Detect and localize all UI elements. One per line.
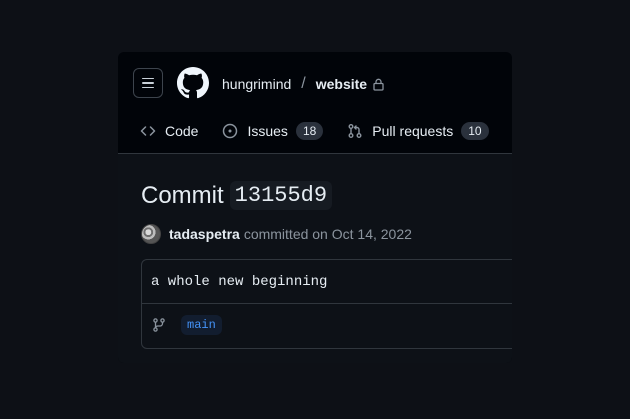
commit-date-text: committed on Oct 14, 2022 bbox=[243, 226, 412, 242]
hamburger-menu-button[interactable] bbox=[133, 68, 163, 98]
tab-label: Code bbox=[165, 123, 199, 139]
avatar[interactable] bbox=[141, 224, 161, 244]
commit-title-prefix: Commit bbox=[141, 181, 224, 209]
tab-pull-requests[interactable]: Pull requests 10 bbox=[347, 122, 489, 140]
github-window: hungrimind / website Code Issues 18 Pull… bbox=[118, 52, 512, 363]
issue-opened-icon bbox=[223, 123, 238, 139]
repo-header: hungrimind / website Code Issues 18 Pull… bbox=[118, 52, 512, 154]
code-icon bbox=[140, 126, 156, 136]
breadcrumb-separator: / bbox=[301, 75, 306, 92]
commit-message: a whole new beginning bbox=[151, 274, 328, 290]
box-divider bbox=[142, 303, 512, 304]
tab-issues[interactable]: Issues 18 bbox=[222, 122, 324, 140]
git-pull-request-icon bbox=[348, 124, 362, 138]
tab-label: Issues bbox=[247, 123, 288, 139]
git-branch-icon bbox=[153, 318, 165, 332]
branch-row: main bbox=[151, 315, 222, 335]
pull-requests-counter: 10 bbox=[461, 122, 489, 140]
tab-code[interactable]: Code bbox=[140, 123, 198, 139]
branch-link[interactable]: main bbox=[181, 315, 222, 335]
menu-line-icon bbox=[142, 82, 154, 84]
commit-page: Commit 13155d9 tadaspetra committed on O… bbox=[118, 154, 512, 363]
github-logo-icon[interactable] bbox=[177, 67, 209, 99]
issues-counter: 18 bbox=[295, 122, 324, 140]
breadcrumb: hungrimind / website bbox=[222, 75, 384, 93]
repo-link[interactable]: website bbox=[316, 76, 367, 92]
author-link[interactable]: tadaspetra bbox=[169, 226, 240, 242]
commit-meta: tadaspetra committed on Oct 14, 2022 bbox=[141, 224, 412, 244]
commit-sha[interactable]: 13155d9 bbox=[229, 181, 333, 210]
lock-icon bbox=[373, 78, 384, 91]
tab-label: Pull requests bbox=[372, 123, 454, 139]
menu-line-icon bbox=[142, 86, 154, 89]
commit-message-box: a whole new beginning main bbox=[141, 259, 512, 349]
menu-line-icon bbox=[142, 77, 154, 80]
owner-link[interactable]: hungrimind bbox=[222, 76, 291, 92]
repo-nav-tabs: Code Issues 18 Pull requests 10 bbox=[140, 121, 512, 141]
page-title: Commit 13155d9 bbox=[141, 181, 333, 210]
